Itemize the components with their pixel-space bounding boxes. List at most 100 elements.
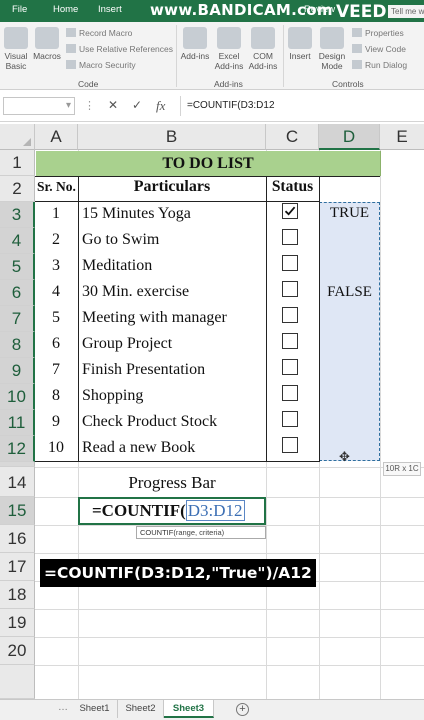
macros-icon <box>35 27 59 49</box>
tab-insert[interactable]: Insert <box>98 4 122 15</box>
row-header-8[interactable]: 8 <box>0 332 35 358</box>
macros-button[interactable]: Macros <box>32 27 62 61</box>
more-dots-icon: ⋮ <box>84 100 95 112</box>
row-header-5[interactable]: 5 <box>0 254 35 280</box>
column-header-c[interactable]: C <box>266 124 319 150</box>
relative-references-label: Use Relative References <box>79 44 174 54</box>
excel-add-ins-icon <box>217 27 241 49</box>
properties-button[interactable]: Properties <box>352 28 404 38</box>
header-status: Status <box>271 178 314 195</box>
relative-references-icon <box>66 44 76 53</box>
row-header-6[interactable]: 6 <box>0 280 35 306</box>
tab-sheet3[interactable]: Sheet3 <box>164 700 214 718</box>
enter-check-icon[interactable]: ✓ <box>132 98 142 112</box>
add-sheet-icon[interactable]: + <box>236 703 249 716</box>
formula-bar: ▾ ⋮ ✕ ✓ fx =COUNTIF(D3:D12 <box>0 90 424 122</box>
run-dialog-button[interactable]: Run Dialog <box>352 60 407 70</box>
tell-me-box[interactable]: Tell me what you want to do <box>388 5 424 18</box>
controls-group-label: Controls <box>332 79 364 89</box>
cell-d6-value: FALSE <box>327 284 372 300</box>
cell-formula-entry[interactable]: =COUNTIF(D3:D12 <box>92 500 245 521</box>
visual-basic-button[interactable]: Visual Basic <box>2 27 30 71</box>
task-checkbox[interactable] <box>282 385 298 401</box>
row-header-9[interactable]: 9 <box>0 358 35 384</box>
checkmark-icon <box>284 206 296 216</box>
add-ins-group-label: Add-ins <box>214 79 243 89</box>
com-add-ins-button[interactable]: COM Add-ins <box>247 27 279 71</box>
record-macro-button[interactable]: Record Macro <box>66 28 132 38</box>
row-header-2[interactable]: 2 <box>0 176 35 202</box>
row-header-11[interactable]: 11 <box>0 410 35 436</box>
row-header-12[interactable]: 12 <box>0 436 35 462</box>
tab-review[interactable]: Review <box>304 4 335 15</box>
veed-logo: VEED <box>336 2 387 22</box>
task-checkbox[interactable] <box>282 307 298 323</box>
task-checkbox[interactable] <box>282 359 298 375</box>
record-macro-label: Record Macro <box>79 28 133 38</box>
cell-formula-prefix: =COUNTIF( <box>92 501 186 520</box>
row-header-7[interactable]: 7 <box>0 306 35 332</box>
row-header-1[interactable]: 1 <box>0 150 35 176</box>
properties-icon <box>352 28 362 37</box>
task-checkbox[interactable] <box>282 437 298 453</box>
gridline <box>35 467 424 468</box>
row-header-20[interactable]: 20 <box>0 637 35 665</box>
task-checkbox[interactable] <box>282 255 298 271</box>
selected-range-d3-d12[interactable] <box>319 202 380 461</box>
task-name: Group Project <box>82 335 173 352</box>
row-header-19[interactable]: 19 <box>0 609 35 637</box>
name-box[interactable]: ▾ <box>3 97 75 115</box>
formula-input[interactable]: =COUNTIF(D3:D12 <box>180 96 424 116</box>
task-checkbox[interactable] <box>282 203 298 219</box>
macro-security-button[interactable]: Macro Security <box>66 60 136 70</box>
sheet-title: TO DO LIST <box>162 155 254 172</box>
insert-control-label: Insert <box>289 51 311 61</box>
tab-file[interactable]: File <box>12 4 27 15</box>
more-sheets-icon[interactable]: … <box>58 702 68 713</box>
tooltip-args: range, criteria) <box>175 528 225 537</box>
task-checkbox[interactable] <box>282 229 298 245</box>
function-arguments-tooltip: COUNTIF(range, criteria) <box>136 526 266 539</box>
task-no: 9 <box>52 413 60 430</box>
chevron-down-icon[interactable]: ▾ <box>66 100 71 111</box>
view-code-button[interactable]: View Code <box>352 44 406 54</box>
column-header-a[interactable]: A <box>35 124 78 150</box>
row-header-10[interactable]: 10 <box>0 384 35 410</box>
task-checkbox[interactable] <box>282 411 298 427</box>
relative-references-button[interactable]: Use Relative References <box>66 44 173 54</box>
row-header-14[interactable]: 14 <box>0 467 35 497</box>
row-header-21[interactable] <box>0 665 35 699</box>
table-border <box>35 176 380 177</box>
group-divider <box>176 25 177 87</box>
column-header-d[interactable]: D <box>319 124 380 150</box>
task-no: 2 <box>52 231 60 248</box>
select-all-corner[interactable] <box>0 124 35 150</box>
selection-size-tooltip: 10R x 1C <box>383 462 421 476</box>
task-name: 30 Min. exercise <box>82 283 190 300</box>
column-header-e[interactable]: E <box>380 124 424 150</box>
insert-function-icon[interactable]: fx <box>156 98 165 114</box>
design-mode-button[interactable]: Design Mode <box>315 27 349 71</box>
cancel-icon[interactable]: ✕ <box>108 98 118 112</box>
tab-sheet1[interactable]: Sheet1 <box>72 700 118 718</box>
row-header-18[interactable]: 18 <box>0 581 35 609</box>
excel-add-ins-label: Excel Add-ins <box>214 51 244 71</box>
table-border <box>380 151 381 176</box>
code-group-label: Code <box>78 79 99 89</box>
insert-control-button[interactable]: Insert <box>286 27 314 61</box>
task-checkbox[interactable] <box>282 281 298 297</box>
tab-sheet2[interactable]: Sheet2 <box>118 700 164 718</box>
tab-home[interactable]: Home <box>53 4 78 15</box>
macro-security-label: Macro Security <box>79 60 136 70</box>
excel-add-ins-button[interactable]: Excel Add-ins <box>212 27 246 71</box>
row-header-4[interactable]: 4 <box>0 228 35 254</box>
row-header-16[interactable]: 16 <box>0 525 35 553</box>
row-header-15[interactable]: 15 <box>0 497 35 525</box>
gridline <box>35 609 424 610</box>
task-checkbox[interactable] <box>282 333 298 349</box>
column-header-b[interactable]: B <box>78 124 266 150</box>
cell-d3-value: TRUE <box>329 205 370 221</box>
row-header-17[interactable]: 17 <box>0 553 35 581</box>
row-header-3[interactable]: 3 <box>0 202 35 228</box>
add-ins-button[interactable]: Add-ins <box>180 27 210 61</box>
